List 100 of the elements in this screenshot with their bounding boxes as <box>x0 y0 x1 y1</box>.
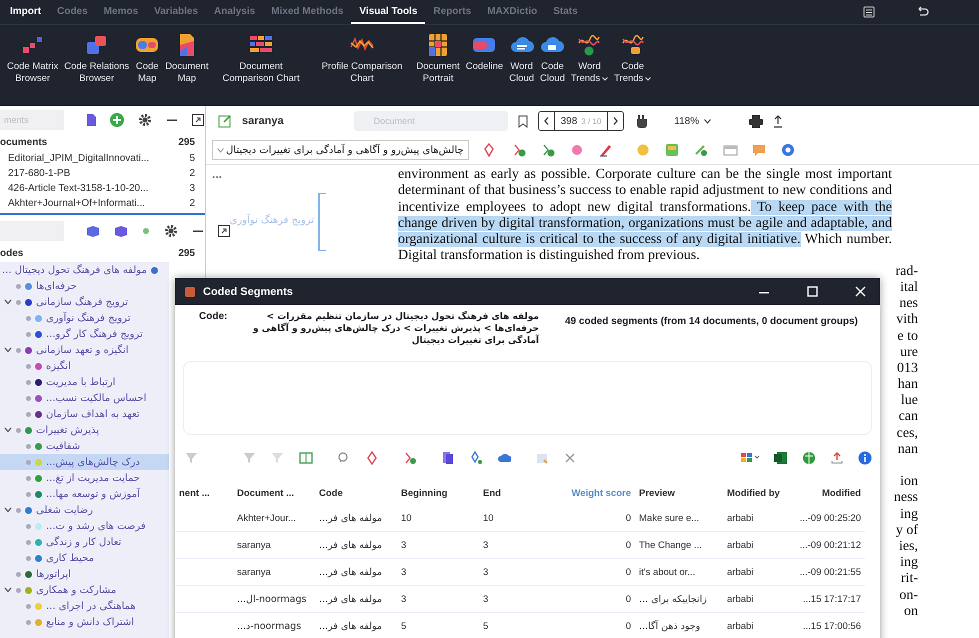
highlighter-icon[interactable] <box>598 143 614 157</box>
code-tree-item[interactable]: آموزش و توسعه مها... <box>0 486 169 502</box>
code-icon[interactable] <box>114 224 128 236</box>
expanded-chevron-icon[interactable] <box>4 587 12 593</box>
menu-tab[interactable]: MAXDictio <box>479 0 546 24</box>
code-tree-item[interactable]: درک چالش‌های پیش... <box>0 454 169 470</box>
column-header[interactable]: nent ... <box>175 481 233 505</box>
ribbon-button[interactable]: Code Cloud <box>537 31 568 87</box>
code-tree-item[interactable]: هماهنگی در اجرای ... <box>0 598 169 614</box>
columns-icon[interactable] <box>299 451 313 465</box>
popout-icon[interactable] <box>192 114 204 126</box>
more-options[interactable]: ... <box>212 167 222 181</box>
column-header[interactable]: Modified <box>805 481 865 505</box>
code-branch-icon[interactable] <box>469 451 483 465</box>
code-tree-item[interactable]: ترویج فرهنگ نوآوری <box>0 310 169 326</box>
ribbon-button[interactable]: Code Relations Browser <box>61 31 132 87</box>
code-tree-item[interactable]: مشارکت و همکاری <box>0 582 169 598</box>
menu-tab[interactable]: Reports <box>425 0 480 24</box>
menu-tab[interactable]: Import <box>2 0 50 24</box>
panel-icon[interactable] <box>722 143 738 157</box>
menu-tab[interactable]: Stats <box>545 0 586 24</box>
export-icon[interactable] <box>773 114 784 128</box>
expanded-chevron-icon[interactable] <box>4 299 12 305</box>
ribbon-button[interactable]: Code Matrix Browser <box>4 31 62 87</box>
settings-icon[interactable] <box>138 112 152 126</box>
circle-icon[interactable] <box>780 143 796 157</box>
settings-icon[interactable] <box>164 224 178 238</box>
search-field[interactable]: ments <box>0 110 64 130</box>
code-tree-item[interactable]: اپراتورها <box>0 566 169 582</box>
code-tree-item[interactable]: ترویج فرهنگ کار گرو... <box>0 326 169 342</box>
code-tree-item[interactable]: مولفه های فرهنگ تحول دیجیتال ... <box>0 262 169 278</box>
ribbon-button[interactable]: Word Trends <box>568 31 612 87</box>
document-row[interactable]: 217-680-1-PB 2 <box>0 166 205 181</box>
code-tree-item[interactable]: انگیزه <box>0 358 169 374</box>
text-fragment: ure <box>900 344 918 360</box>
zoom-dropdown[interactable]: 118% <box>668 114 718 128</box>
code-name: حمایت مدیریت از تغ... <box>46 472 140 484</box>
code-tree-item[interactable]: ترویج فرهنگ سازمانی <box>0 294 169 310</box>
popout-icon[interactable] <box>218 224 230 236</box>
code-tree-item[interactable]: اشتراک دانش و منابع <box>0 614 169 630</box>
ribbon-button[interactable]: Word Cloud <box>506 31 538 87</box>
menu-tab[interactable]: Memos <box>96 0 146 24</box>
ribbon-button[interactable]: Document Portrait <box>413 31 463 87</box>
code-dropdown[interactable]: چالش‌های پیش‌رو و آگاهی و آمادگی برای تغییرات دیجیتال <box>212 140 469 160</box>
column-header[interactable]: Modified by <box>723 481 805 505</box>
document-row[interactable]: Editorial_JPIM_DigitalInnovati... 5 <box>0 151 205 166</box>
grid-menu-icon[interactable] <box>740 451 760 465</box>
code-tree-item[interactable]: محیط کاری <box>0 550 169 566</box>
documents-icon[interactable] <box>441 451 455 465</box>
expanded-chevron-icon[interactable] <box>4 347 12 353</box>
code-tree-item[interactable]: رضایت شغلی <box>0 502 169 518</box>
code-tree-item[interactable]: احساس مالکیت نسب... <box>0 390 169 406</box>
ribbon-button[interactable]: Code Trends <box>611 31 654 87</box>
code-tree-item[interactable]: فرصت های رشد و ت... <box>0 518 169 534</box>
menu-tab[interactable]: Mixed Methods <box>263 0 352 24</box>
edit-icon[interactable] <box>218 114 232 128</box>
ribbon-button[interactable]: Profile Comparison Chart <box>318 31 406 87</box>
code-icon[interactable] <box>86 224 100 236</box>
column-header[interactable]: Code <box>315 481 397 505</box>
column-header[interactable]: Beginning <box>397 481 479 505</box>
ribbon-button[interactable]: Document Comparison Chart <box>220 31 303 87</box>
menu-tab[interactable]: Variables <box>146 0 206 24</box>
document-icon[interactable] <box>86 114 96 126</box>
page-navigator[interactable]: 398 3 / 10 <box>538 111 624 131</box>
document-name: 217-680-1-PB <box>8 168 70 179</box>
document-row[interactable]: Akhter+Journal+Of+Informati... 2 <box>0 196 205 211</box>
menu-tab[interactable]: Codes <box>49 0 96 24</box>
code-tree-item[interactable]: ارتباط با مدیریت <box>0 374 169 390</box>
menu-tab[interactable]: Analysis <box>206 0 264 24</box>
column-header[interactable]: Weight score <box>559 481 635 505</box>
column-header[interactable]: End <box>479 481 559 505</box>
code-tree-item[interactable]: حمایت مدیریت از تغ... <box>0 470 169 486</box>
code-add-icon[interactable] <box>403 451 417 465</box>
document-row[interactable]: 426-Article Text-3158-1-10-20... 3 <box>0 181 205 196</box>
code-tree-item[interactable]: شفافیت <box>0 438 169 454</box>
close-icon[interactable] <box>563 451 577 465</box>
code-tree-item[interactable]: پذیرش تغییرات <box>0 422 169 438</box>
document-memo-icon[interactable] <box>664 143 680 157</box>
ribbon-button[interactable]: Code Map <box>132 31 162 87</box>
expanded-chevron-icon[interactable] <box>4 507 12 513</box>
code-marker-icon[interactable] <box>365 451 379 465</box>
globe-icon[interactable] <box>802 451 816 465</box>
code-tree-item[interactable]: انگیزه و تعهد سازمانی <box>0 342 169 358</box>
ribbon-button[interactable]: Document Map <box>162 31 212 87</box>
code-tree-item[interactable]: حرفه‌ای‌ها <box>0 278 169 294</box>
spreadsheet-icon[interactable] <box>774 451 788 465</box>
print-icon[interactable] <box>749 114 764 128</box>
ribbon-button[interactable]: Codeline <box>462 31 506 75</box>
bookmark-icon[interactable] <box>518 114 528 128</box>
link-icon[interactable] <box>694 143 709 157</box>
code-add-icon[interactable] <box>540 143 556 157</box>
column-header[interactable]: Document ... <box>233 481 315 505</box>
column-header[interactable]: Preview <box>635 481 723 505</box>
cloud-icon[interactable] <box>497 451 511 465</box>
expanded-chevron-icon[interactable] <box>4 427 12 433</box>
add-icon[interactable] <box>110 112 124 126</box>
code-tree-item[interactable]: تعهد به اهداف سازمان <box>0 406 169 422</box>
info-icon[interactable] <box>858 451 872 465</box>
code-tree-item[interactable]: تعادل کار و زندگی <box>0 534 169 550</box>
code-add-icon[interactable] <box>512 143 527 157</box>
